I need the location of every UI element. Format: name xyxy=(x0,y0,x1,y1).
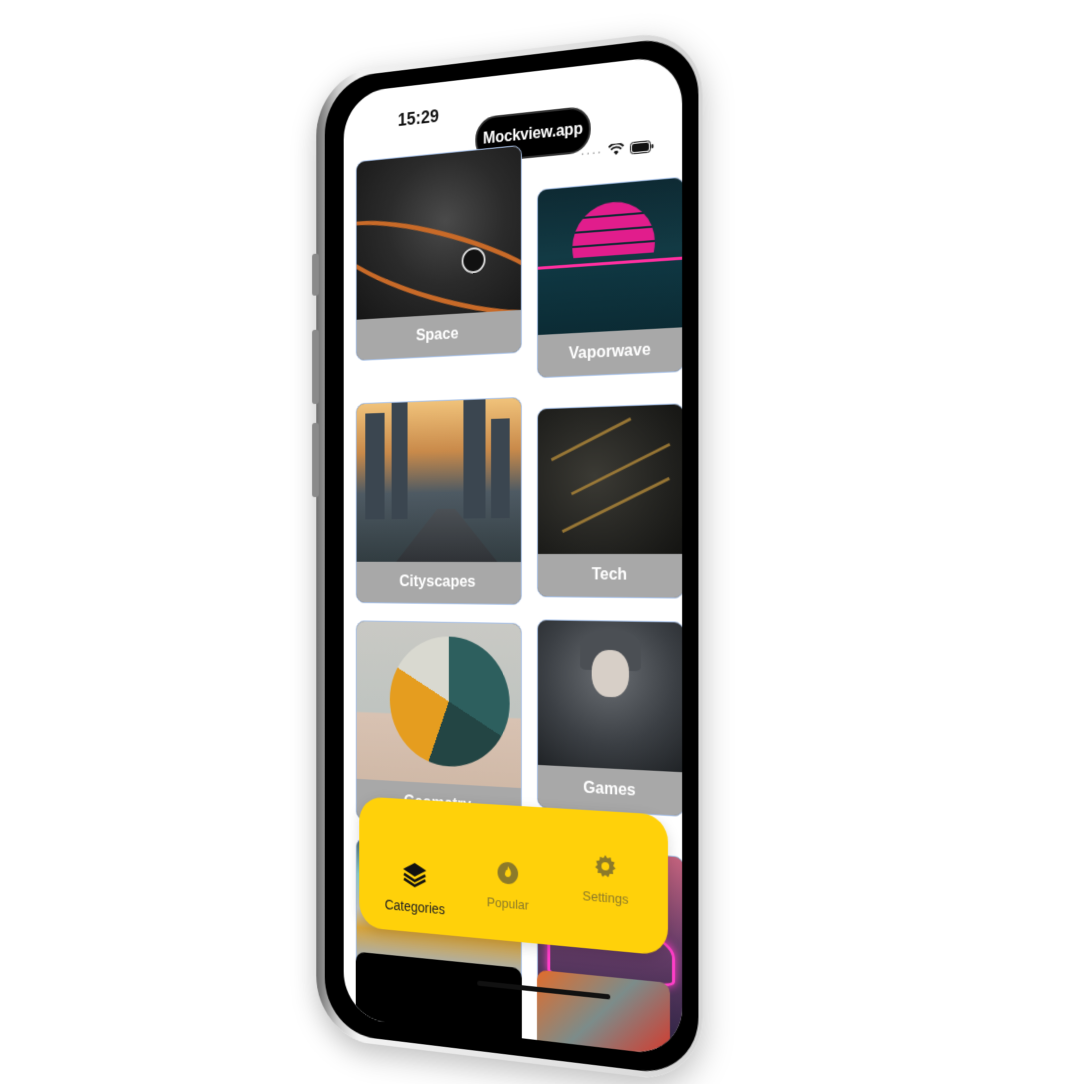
gear-icon xyxy=(594,853,618,884)
layers-icon xyxy=(401,860,428,894)
tab-categories[interactable]: Categories xyxy=(375,858,455,918)
games-thumbnail xyxy=(537,620,683,779)
phone-mockup: 15:29 Mockview.app ···· Space Vaporwave … xyxy=(312,27,703,1084)
fire-icon xyxy=(497,860,519,891)
category-card-peek-right[interactable] xyxy=(536,969,670,1056)
category-card-vaporwave[interactable]: Vaporwave xyxy=(536,176,683,379)
category-card-cityscapes[interactable]: Cityscapes xyxy=(355,396,522,606)
tab-label: Settings xyxy=(582,887,629,908)
tab-label: Popular xyxy=(486,894,529,913)
volume-down-button xyxy=(312,422,319,498)
tab-settings[interactable]: Settings xyxy=(562,851,650,909)
cityscapes-thumbnail xyxy=(356,396,521,569)
category-card-tech[interactable]: Tech xyxy=(536,403,683,599)
geometry-thumbnail xyxy=(356,621,521,795)
vaporwave-thumbnail xyxy=(537,177,683,342)
category-card-space[interactable]: Space xyxy=(355,144,522,362)
action-button xyxy=(312,253,319,296)
tech-thumbnail xyxy=(537,404,683,561)
phone-frame: 15:29 Mockview.app ···· Space Vaporwave … xyxy=(324,34,699,1078)
tab-popular[interactable]: Popular xyxy=(466,858,550,915)
category-label: Tech xyxy=(537,553,683,598)
status-time: 15:29 xyxy=(397,105,439,130)
category-card-games[interactable]: Games xyxy=(536,619,683,818)
category-label: Vaporwave xyxy=(537,327,683,378)
space-thumbnail xyxy=(355,145,522,335)
volume-up-button xyxy=(312,329,319,405)
phone-screen: 15:29 Mockview.app ···· Space Vaporwave … xyxy=(343,53,683,1057)
category-label: Cityscapes xyxy=(356,561,521,605)
category-label: Space xyxy=(356,309,521,361)
tab-label: Categories xyxy=(384,896,446,918)
